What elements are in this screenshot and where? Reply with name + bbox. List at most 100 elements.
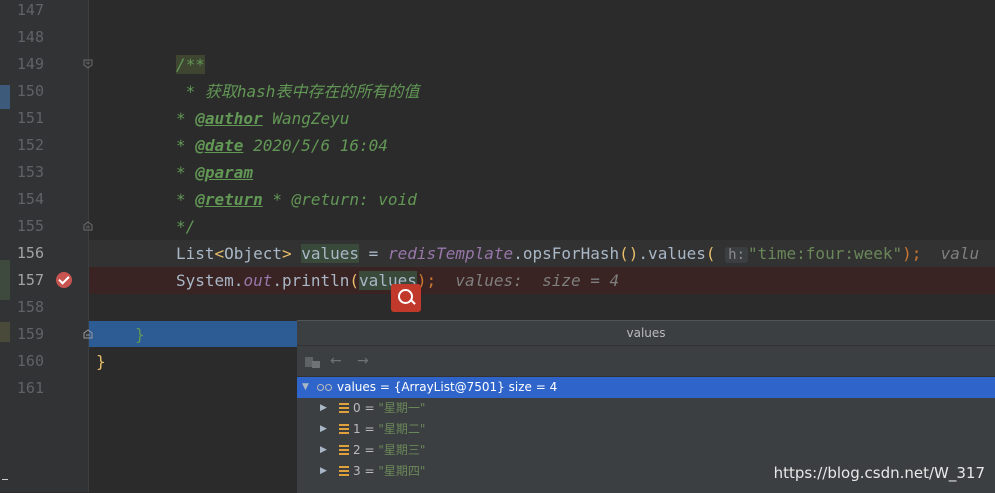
- list-item-icon: [339, 424, 349, 435]
- line-number: 154: [16, 190, 44, 208]
- item-eq: =: [360, 464, 379, 478]
- line-number: 153: [16, 163, 44, 181]
- item-index: 2: [353, 443, 361, 457]
- code-token: (: [705, 244, 716, 263]
- item-value: "星期四": [378, 464, 426, 478]
- line-157[interactable]: 157 System.out.println(values); values: …: [0, 267, 995, 294]
- doc-star: *: [176, 163, 196, 182]
- list-item-icon: [339, 466, 349, 477]
- doc-open: /**: [176, 55, 205, 74]
- list-item-icon: [339, 445, 349, 456]
- doc-date-value: 2020/5/6 16:04: [243, 136, 388, 155]
- line-151: 151 * @author WangZeyu: [0, 105, 995, 132]
- string-literal: "time:four:week": [748, 244, 903, 263]
- line-number: 150: [16, 82, 44, 100]
- code-token: .values: [638, 244, 706, 263]
- tree-row[interactable]: ▶ 1 = "星期二": [297, 419, 995, 440]
- back-arrow-icon[interactable]: ←: [330, 354, 342, 368]
- glasses-icon: [317, 384, 333, 391]
- popup-title: values: [297, 321, 995, 346]
- doc-tag-param: @param: [195, 163, 254, 182]
- forward-arrow-icon[interactable]: →: [357, 354, 369, 368]
- strip-caret: [2, 479, 8, 480]
- watermark: https://blog.csdn.net/W_317: [773, 464, 985, 482]
- item-eq: =: [360, 401, 379, 415]
- code-token: <: [214, 244, 225, 263]
- doc-summary: * 获取hash表中存在的所有的值: [176, 82, 420, 101]
- list-item-icon: [339, 403, 349, 414]
- popup-toolbar: ← →: [297, 346, 995, 377]
- line-number: 161: [16, 379, 44, 397]
- line-number: 156: [16, 244, 44, 262]
- line-number: 159: [16, 325, 44, 343]
- fold-marker-icon[interactable]: [83, 221, 93, 231]
- line-149: 149 /**: [0, 51, 995, 78]
- code-token: =: [359, 244, 388, 263]
- variable-values[interactable]: values: [301, 244, 360, 263]
- line-number: 155: [16, 217, 44, 235]
- line-150: 150 * 获取hash表中存在的所有的值: [0, 78, 995, 105]
- field-redis-template: redisTemplate: [387, 244, 514, 263]
- breakpoint-check-icon[interactable]: [56, 272, 72, 288]
- line-153: 153 * @param: [0, 159, 995, 186]
- closing-brace: }: [96, 352, 106, 371]
- code-token: (): [619, 244, 639, 263]
- line-158: 158: [0, 294, 995, 321]
- inline-debug-value: values: size = 4: [436, 271, 620, 290]
- doc-tag-author: @author: [195, 109, 263, 128]
- item-value: "星期一": [378, 401, 426, 415]
- inline-debug-value: valu: [921, 244, 980, 263]
- code-token: .println: [272, 271, 350, 290]
- doc-author-value: WangZeyu: [262, 109, 350, 128]
- root-label: values = {ArrayList@7501} size = 4: [337, 380, 558, 394]
- item-eq: =: [360, 422, 379, 436]
- code-token: >: [281, 244, 292, 263]
- line-number: 151: [16, 109, 44, 127]
- field-out: out: [243, 271, 273, 290]
- tree-row[interactable]: ▶ 2 = "星期三": [297, 440, 995, 461]
- doc-tag-return: @return: [195, 190, 263, 209]
- line-number: 148: [16, 28, 44, 46]
- fold-marker-icon[interactable]: [83, 329, 93, 339]
- tree-row[interactable]: ▶ 0 = "星期一": [297, 398, 995, 419]
- item-value: "星期二": [378, 422, 426, 436]
- tree-root-row[interactable]: ▼ values = {ArrayList@7501} size = 4: [297, 377, 995, 398]
- line-number: 152: [16, 136, 44, 154]
- item-value: "星期三": [378, 443, 426, 457]
- fold-marker-icon[interactable]: [83, 59, 93, 69]
- line-number: 160: [16, 352, 44, 370]
- expand-arrow-icon[interactable]: ▶: [320, 461, 327, 482]
- doc-star: *: [176, 136, 196, 155]
- search-icon[interactable]: [391, 284, 421, 312]
- doc-tag-date: @date: [195, 136, 244, 155]
- closing-brace: }: [135, 325, 145, 344]
- item-index: 3: [353, 464, 361, 478]
- code-token: List: [176, 244, 215, 263]
- line-147: 147: [0, 0, 995, 24]
- collapse-arrow-icon[interactable]: ▼: [302, 377, 309, 398]
- code-token: (: [349, 271, 360, 290]
- code-token: );: [902, 244, 922, 263]
- item-eq: =: [360, 443, 379, 457]
- code-token: Object: [224, 244, 282, 263]
- line-number: 149: [16, 55, 44, 73]
- expand-arrow-icon[interactable]: ▶: [320, 419, 327, 440]
- line-156[interactable]: 156 List<Object> values = redisTemplate.…: [0, 240, 995, 267]
- expand-arrow-icon[interactable]: ▶: [320, 440, 327, 461]
- doc-star: *: [176, 109, 196, 128]
- line-155: 155 */: [0, 213, 995, 240]
- parameter-hint: h:: [725, 247, 748, 263]
- code-token: System.: [176, 271, 244, 290]
- code-token: .opsForHash: [513, 244, 620, 263]
- line-148: 148: [0, 24, 995, 51]
- line-154: 154 * @return * @return: void: [0, 186, 995, 213]
- navigate-icon[interactable]: [305, 355, 321, 369]
- expand-arrow-icon[interactable]: ▶: [320, 398, 327, 419]
- doc-return-value: * @return: void: [262, 190, 417, 209]
- doc-star: *: [176, 190, 196, 209]
- item-index: 0: [353, 401, 361, 415]
- line-number: 158: [16, 298, 44, 316]
- item-index: 1: [353, 422, 361, 436]
- line-number: 157: [16, 271, 44, 289]
